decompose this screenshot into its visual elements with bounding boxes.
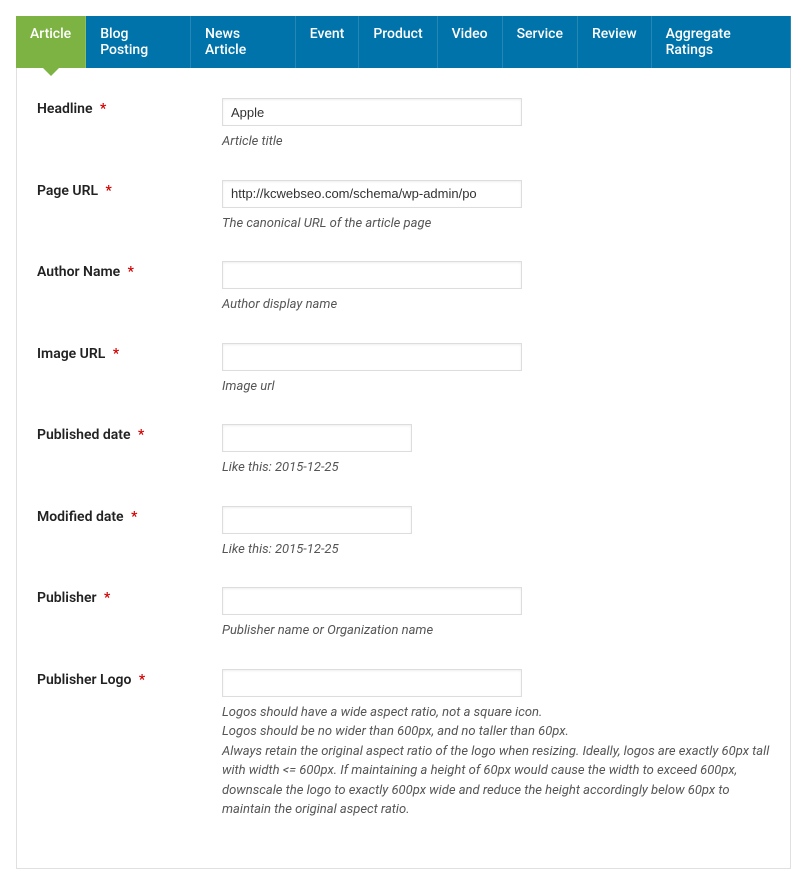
input-published-date[interactable]: [222, 424, 412, 452]
required-mark: *: [139, 672, 145, 688]
input-modified-date[interactable]: [222, 506, 412, 534]
row-modified-date: Modified date * Like this: 2015-12-25: [37, 506, 770, 560]
tab-aggregate-ratings[interactable]: Aggregate Ratings: [652, 16, 791, 68]
field-headline: Article title: [222, 98, 770, 152]
tab-product[interactable]: Product: [359, 16, 437, 68]
field-modified-date: Like this: 2015-12-25: [222, 506, 770, 560]
tabs-bar: Article Blog Posting News Article Event …: [16, 16, 791, 68]
input-author-name[interactable]: [222, 261, 522, 289]
input-publisher[interactable]: [222, 587, 522, 615]
input-page-url[interactable]: [222, 180, 522, 208]
required-mark: *: [100, 101, 106, 117]
field-publisher: Publisher name or Organization name: [222, 587, 770, 641]
form-panel: Headline * Article title Page URL * The …: [16, 68, 791, 869]
label-publisher-logo: Publisher Logo *: [37, 669, 222, 688]
input-image-url[interactable]: [222, 343, 522, 371]
label-author-name: Author Name *: [37, 261, 222, 280]
label-page-url: Page URL *: [37, 180, 222, 199]
row-published-date: Published date * Like this: 2015-12-25: [37, 424, 770, 478]
required-mark: *: [138, 427, 144, 443]
help-headline: Article title: [222, 132, 770, 152]
tab-event[interactable]: Event: [296, 16, 360, 68]
tab-news-article[interactable]: News Article: [191, 16, 296, 68]
tab-blog-posting[interactable]: Blog Posting: [86, 16, 191, 68]
help-author-name: Author display name: [222, 295, 770, 315]
field-published-date: Like this: 2015-12-25: [222, 424, 770, 478]
required-mark: *: [113, 346, 119, 362]
row-publisher: Publisher * Publisher name or Organizati…: [37, 587, 770, 641]
input-headline[interactable]: [222, 98, 522, 126]
help-modified-date: Like this: 2015-12-25: [222, 540, 770, 560]
row-publisher-logo: Publisher Logo * Logos should have a wid…: [37, 669, 770, 820]
required-mark: *: [128, 264, 134, 280]
label-headline: Headline *: [37, 98, 222, 117]
field-image-url: Image url: [222, 343, 770, 397]
field-page-url: The canonical URL of the article page: [222, 180, 770, 234]
label-modified-date: Modified date *: [37, 506, 222, 525]
row-headline: Headline * Article title: [37, 98, 770, 152]
tab-video[interactable]: Video: [438, 16, 503, 68]
row-image-url: Image URL * Image url: [37, 343, 770, 397]
help-line: Logos should have a wide aspect ratio, n…: [222, 703, 770, 723]
help-published-date: Like this: 2015-12-25: [222, 458, 770, 478]
label-publisher: Publisher *: [37, 587, 222, 606]
required-mark: *: [106, 183, 112, 199]
input-publisher-logo[interactable]: [222, 669, 522, 697]
help-line: Logos should be no wider than 600px, and…: [222, 722, 770, 742]
label-image-url: Image URL *: [37, 343, 222, 362]
required-mark: *: [131, 509, 137, 525]
field-author-name: Author display name: [222, 261, 770, 315]
tab-review[interactable]: Review: [578, 16, 652, 68]
tab-article[interactable]: Article: [16, 16, 86, 68]
row-page-url: Page URL * The canonical URL of the arti…: [37, 180, 770, 234]
help-publisher: Publisher name or Organization name: [222, 621, 770, 641]
help-image-url: Image url: [222, 377, 770, 397]
label-published-date: Published date *: [37, 424, 222, 443]
required-mark: *: [104, 590, 110, 606]
row-author-name: Author Name * Author display name: [37, 261, 770, 315]
field-publisher-logo: Logos should have a wide aspect ratio, n…: [222, 669, 770, 820]
help-publisher-logo: Logos should have a wide aspect ratio, n…: [222, 703, 770, 820]
help-line: Always retain the original aspect ratio …: [222, 742, 770, 820]
help-page-url: The canonical URL of the article page: [222, 214, 770, 234]
tab-service[interactable]: Service: [503, 16, 578, 68]
